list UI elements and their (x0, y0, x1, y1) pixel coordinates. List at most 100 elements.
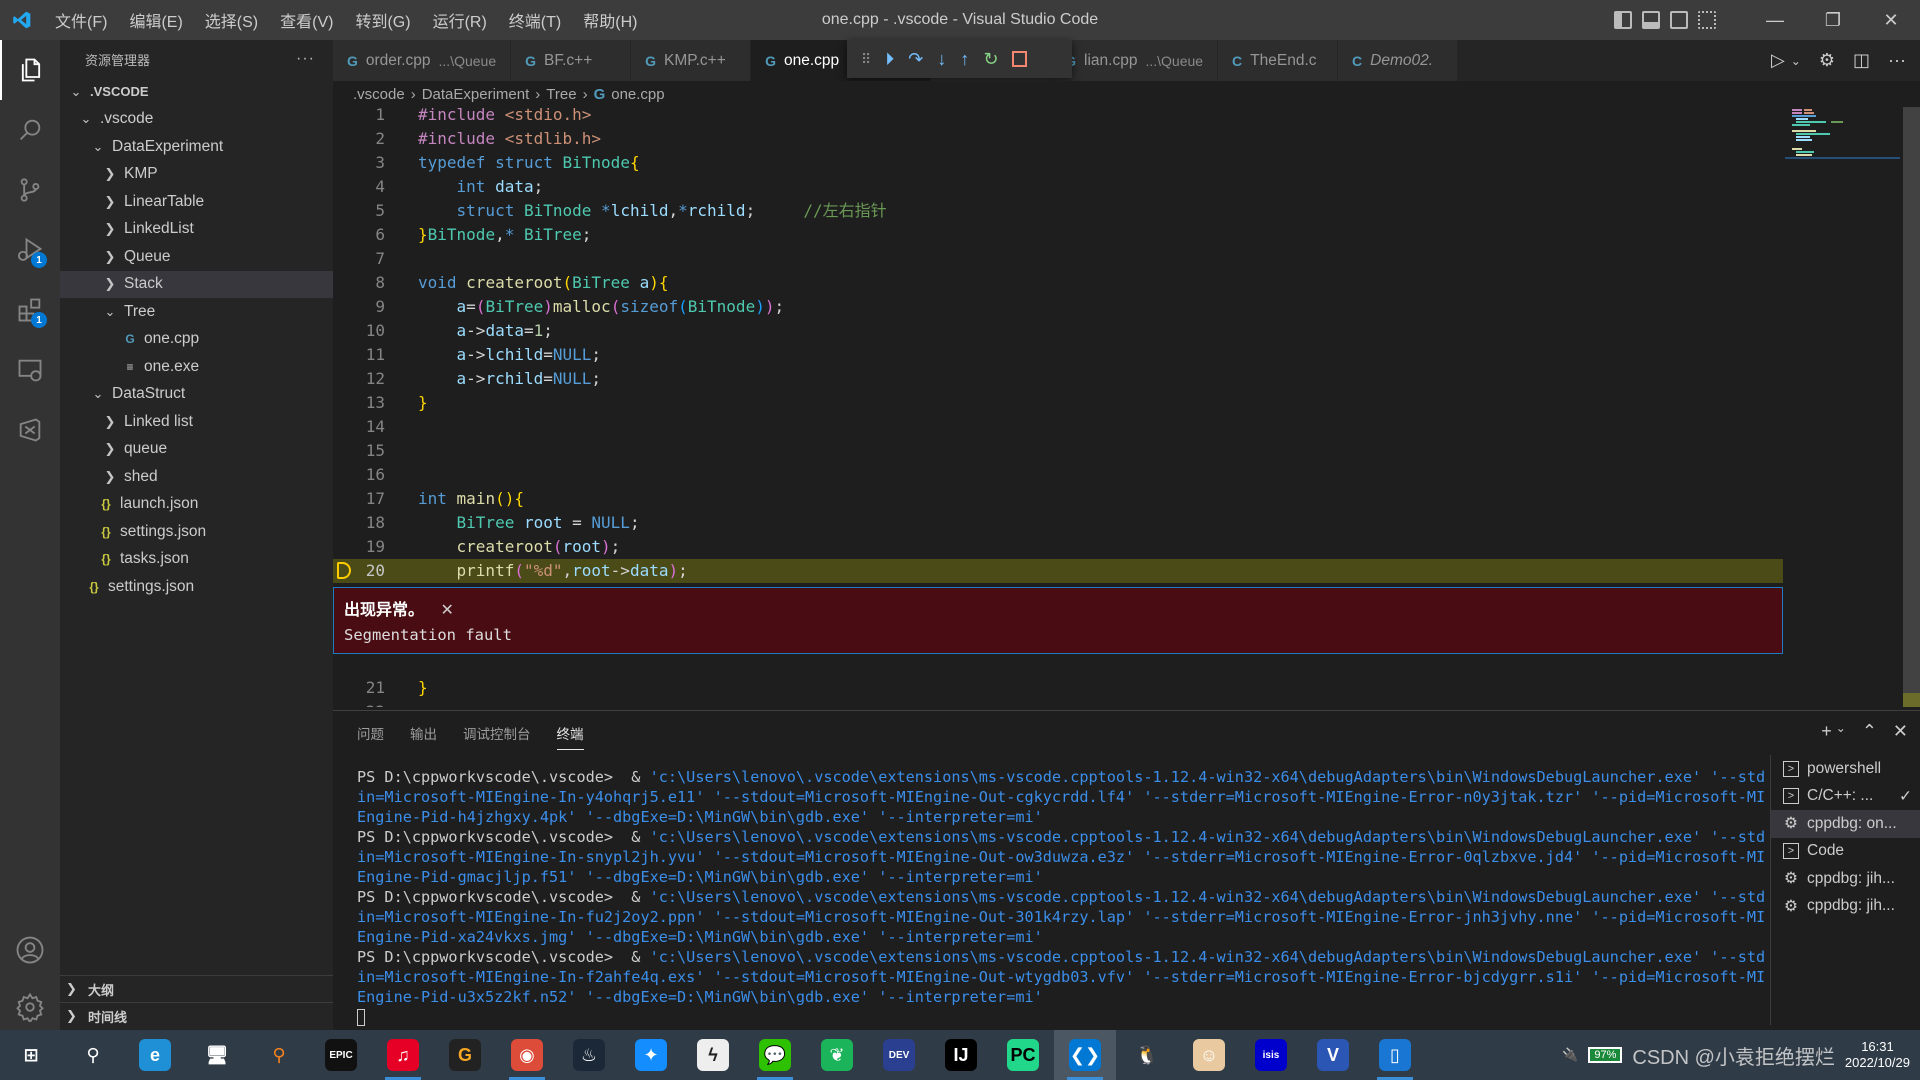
maximize-panel-icon[interactable]: ⌃ (1862, 721, 1877, 742)
code-line[interactable]: 19 createroot(root); (333, 535, 1783, 559)
tree-folder[interactable]: ❯ LinkedList (60, 216, 333, 244)
editor-scrollbar[interactable] (1903, 107, 1920, 707)
code-line[interactable]: 11 a->lchild=NULL; (333, 343, 1783, 367)
manage-gear-icon[interactable] (0, 977, 60, 1037)
tab-demo02-[interactable]: C Demo02. (1338, 40, 1459, 81)
tree-folder[interactable]: ❯ Stack (60, 270, 333, 298)
code-line[interactable]: 13} (333, 391, 1783, 415)
menu-item[interactable]: 运行(R) (422, 8, 498, 32)
taskbar-wechat[interactable]: 💬 (744, 1030, 806, 1080)
code-line[interactable]: 2 #include <stdlib.h> (333, 127, 1783, 151)
remote-explorer-icon[interactable] (0, 340, 60, 400)
taskbar-vivado[interactable]: V (1302, 1030, 1364, 1080)
taskbar-steam[interactable]: ♨ (558, 1030, 620, 1080)
source-control-icon[interactable] (0, 160, 60, 220)
taskbar-search[interactable]: ⚲ (62, 1030, 124, 1080)
tree-file[interactable]: {} settings.json (60, 518, 333, 546)
menu-item[interactable]: 编辑(E) (118, 8, 193, 32)
taskbar-phone-link[interactable]: ▯ (1364, 1030, 1426, 1080)
menu-item[interactable]: 转到(G) (344, 8, 421, 32)
taskbar-isis[interactable]: isis (1240, 1030, 1302, 1080)
code-line[interactable]: 22 (333, 700, 1783, 707)
tree-file[interactable]: {} launch.json (60, 491, 333, 519)
code-line[interactable]: 6}BiTnode,* BiTree; (333, 223, 1783, 247)
tree-folder[interactable]: ❯ LinearTable (60, 188, 333, 216)
restore-button[interactable]: ❐ (1804, 0, 1862, 40)
code-line[interactable]: 17 int main(){ (333, 487, 1783, 511)
breadcrumb-item[interactable]: .vscode (353, 86, 405, 103)
taskbar-this-pc[interactable]: 🖥 (186, 1030, 248, 1080)
settings-gear-icon[interactable]: ⚙ (1819, 50, 1835, 71)
taskbar-anime-app[interactable]: ☺ (1178, 1030, 1240, 1080)
more-actions-icon[interactable]: ··· (1888, 50, 1906, 71)
restart-icon[interactable]: ↻ (983, 49, 998, 70)
code-line[interactable]: 7 (333, 247, 1783, 271)
run-file-icon[interactable]: ▷ (1771, 50, 1785, 71)
toggle-secondary-sidebar-icon[interactable] (1670, 11, 1688, 29)
code-line[interactable]: 12 a->rchild=NULL; (333, 367, 1783, 391)
tree-file[interactable]: ≡ one.exe (60, 353, 333, 381)
outline-section[interactable]: ❯ 大纲 (60, 975, 333, 1002)
taskbar-battle-net[interactable]: ✦ (620, 1030, 682, 1080)
tree-folder[interactable]: ⌄ Tree (60, 298, 333, 326)
customize-layout-icon[interactable] (1698, 11, 1716, 29)
taskbar-edge[interactable]: e (124, 1030, 186, 1080)
panel-tab[interactable]: 调试控制台 (463, 723, 531, 743)
menu-item[interactable]: 查看(V) (269, 8, 344, 32)
taskbar-chrome[interactable]: ◉ (496, 1030, 558, 1080)
code-line[interactable]: 1 #include <stdio.h> (333, 107, 1783, 127)
code-line[interactable]: 18 BiTree root = NULL; (333, 511, 1783, 535)
tree-folder[interactable]: ⌄ .vscode (60, 106, 333, 134)
tab-bf-c-[interactable]: G BF.c++ (511, 40, 632, 81)
search-icon[interactable] (0, 100, 60, 160)
menu-item[interactable]: 终端(T) (498, 8, 572, 32)
close-panel-icon[interactable]: ✕ (1893, 721, 1908, 742)
breadcrumb-item[interactable]: DataExperiment (422, 86, 530, 103)
minimap[interactable] (1785, 107, 1900, 707)
tree-folder[interactable]: ❯ Linked list (60, 408, 333, 436)
explorer-more-actions-button[interactable]: ··· (296, 50, 315, 68)
code-line[interactable]: 21} (333, 676, 1783, 700)
tree-folder[interactable]: ⌄ .VSCODE (60, 78, 333, 106)
visual-studio-icon[interactable] (0, 400, 60, 460)
close-exception-icon[interactable]: ✕ (440, 602, 453, 619)
taskbar-epic-games[interactable]: EPIC (310, 1030, 372, 1080)
terminal-list-item[interactable]: > powershell (1771, 755, 1920, 783)
code-line[interactable]: 5 struct BiTnode *lchild,*rchild; //左右指针 (333, 199, 1783, 223)
panel-tab[interactable]: 问题 (357, 723, 384, 743)
terminal-list-item[interactable]: ⚙ cppdbg: on... (1771, 810, 1920, 838)
panel-tab[interactable]: 终端 (556, 723, 584, 750)
toggle-primary-sidebar-icon[interactable] (1614, 11, 1632, 29)
taskbar-qq[interactable]: 🐧 (1116, 1030, 1178, 1080)
step-over-icon[interactable]: ↷ (908, 49, 923, 70)
tab-kmp-c-[interactable]: G KMP.c++ (631, 40, 752, 81)
tree-folder[interactable]: ⌄ DataExperiment (60, 133, 333, 161)
tree-folder[interactable]: ⌄ DataStruct (60, 381, 333, 409)
breadcrumb-item[interactable]: Tree (546, 86, 576, 103)
toggle-panel-icon[interactable] (1642, 11, 1660, 29)
battery-indicator[interactable]: 97% (1588, 1047, 1623, 1063)
tab-order-cpp[interactable]: Gorder.cpp ...\Queue (333, 40, 512, 81)
tree-file[interactable]: {} tasks.json (60, 546, 333, 574)
clock[interactable]: 16:31 2022/10/29 (1845, 1039, 1910, 1071)
tree-file[interactable]: Gone.cpp (60, 326, 333, 354)
tree-folder[interactable]: ❯ Queue (60, 243, 333, 271)
breadcrumb-item[interactable]: one.cpp (611, 86, 664, 103)
menu-item[interactable]: 文件(F) (44, 8, 118, 32)
menu-item[interactable]: 帮助(H) (572, 8, 648, 32)
continue-icon[interactable]: ⏵ (885, 49, 894, 70)
code-line[interactable]: 4 int data; (333, 175, 1783, 199)
tab-lian-cpp[interactable]: Glian.cpp...\Queue (1051, 40, 1219, 81)
close-window-button[interactable]: ✕ (1862, 0, 1920, 40)
split-editor-icon[interactable]: ◫ (1853, 50, 1870, 71)
taskbar-app-bolt[interactable]: ϟ (682, 1030, 744, 1080)
run-dropdown-chevron-icon[interactable]: ⌄ (1791, 54, 1801, 68)
step-into-icon[interactable]: ↓ (937, 49, 946, 70)
code-line[interactable]: 9 a=(BiTree)malloc(sizeof(BiTnode)); (333, 295, 1783, 319)
taskbar-vscode[interactable]: ❮❯ (1054, 1030, 1116, 1080)
code-line[interactable]: 3 typedef struct BiTnode{ (333, 151, 1783, 175)
extensions-icon[interactable]: 1 (0, 280, 60, 340)
terminal-list-item[interactable]: > C/C++: ... ✓ (1771, 783, 1920, 811)
taskbar-pycharm[interactable]: PC (992, 1030, 1054, 1080)
minimize-button[interactable]: — (1746, 0, 1804, 40)
